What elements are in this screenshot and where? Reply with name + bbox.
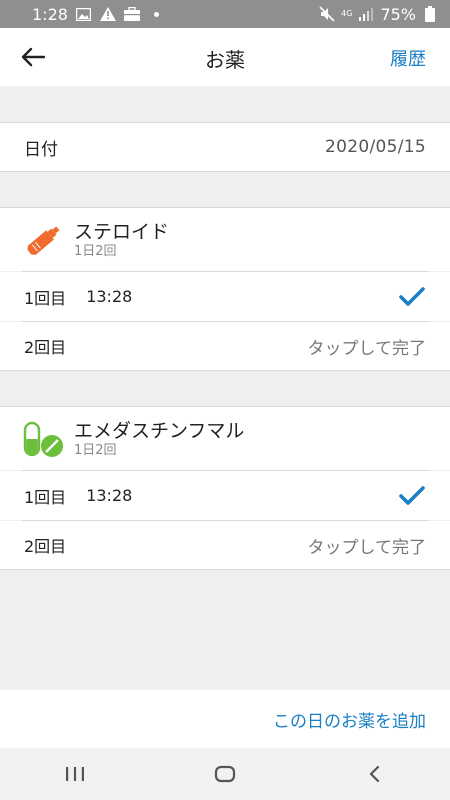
dose-label: 1回目: [24, 288, 67, 308]
app-bar: お薬 履歴: [0, 28, 450, 86]
dose-row[interactable]: 2回目 タップして完了: [0, 521, 450, 570]
briefcase-icon: [123, 6, 140, 22]
medicine-name: エメダスチンフマル: [74, 419, 245, 442]
date-value: 2020/05/15: [325, 137, 426, 157]
dose-row[interactable]: 2回目 タップして完了: [0, 322, 450, 371]
dose-label: 1回目: [24, 487, 67, 507]
pill-capsule-icon: [22, 417, 66, 461]
medicine-frequency: 1日2回: [74, 243, 117, 259]
dose-row[interactable]: 1回目 13:28: [0, 272, 450, 321]
medicine-header[interactable]: エメダスチンフマル 1日2回: [0, 406, 450, 470]
dose-time: 13:28: [86, 287, 133, 306]
recents-icon[interactable]: [55, 759, 95, 789]
medicine-name: ステロイド: [74, 220, 170, 243]
dose-time: 13:28: [86, 486, 133, 505]
dot-icon: [153, 11, 159, 17]
tap-to-complete[interactable]: タップして完了: [308, 334, 427, 359]
signal-icon: [358, 6, 374, 22]
ointment-tube-icon: [22, 218, 66, 262]
checkmark-icon[interactable]: [398, 485, 426, 507]
mute-icon: [319, 6, 335, 22]
battery-level: 75%: [380, 4, 416, 24]
back-icon[interactable]: [355, 759, 395, 789]
warning-icon: [99, 6, 116, 22]
system-nav-bar: [0, 748, 450, 800]
status-time: 1:28: [32, 4, 68, 24]
date-label: 日付: [24, 139, 58, 160]
page-title: お薬: [205, 48, 245, 72]
tap-to-complete[interactable]: タップして完了: [308, 533, 427, 558]
checkmark-icon[interactable]: [398, 286, 426, 308]
battery-icon: [422, 6, 438, 22]
medicine-frequency: 1日2回: [74, 442, 117, 458]
image-icon: [76, 6, 92, 22]
status-bar: 1:28 4G 75%: [0, 0, 450, 28]
footer-bar: この日のお薬を追加: [0, 690, 450, 748]
network-type: 4G: [341, 9, 353, 18]
home-icon[interactable]: [205, 759, 245, 789]
dose-label: 2回目: [24, 537, 67, 556]
history-button[interactable]: 履歴: [390, 45, 426, 71]
dose-row[interactable]: 1回目 13:28: [0, 471, 450, 520]
medicine-header[interactable]: ステロイド 1日2回: [0, 207, 450, 271]
dose-label: 2回目: [24, 338, 67, 357]
date-row[interactable]: 日付 2020/05/15: [0, 122, 450, 172]
add-medicine-button[interactable]: この日のお薬を追加: [273, 707, 426, 732]
